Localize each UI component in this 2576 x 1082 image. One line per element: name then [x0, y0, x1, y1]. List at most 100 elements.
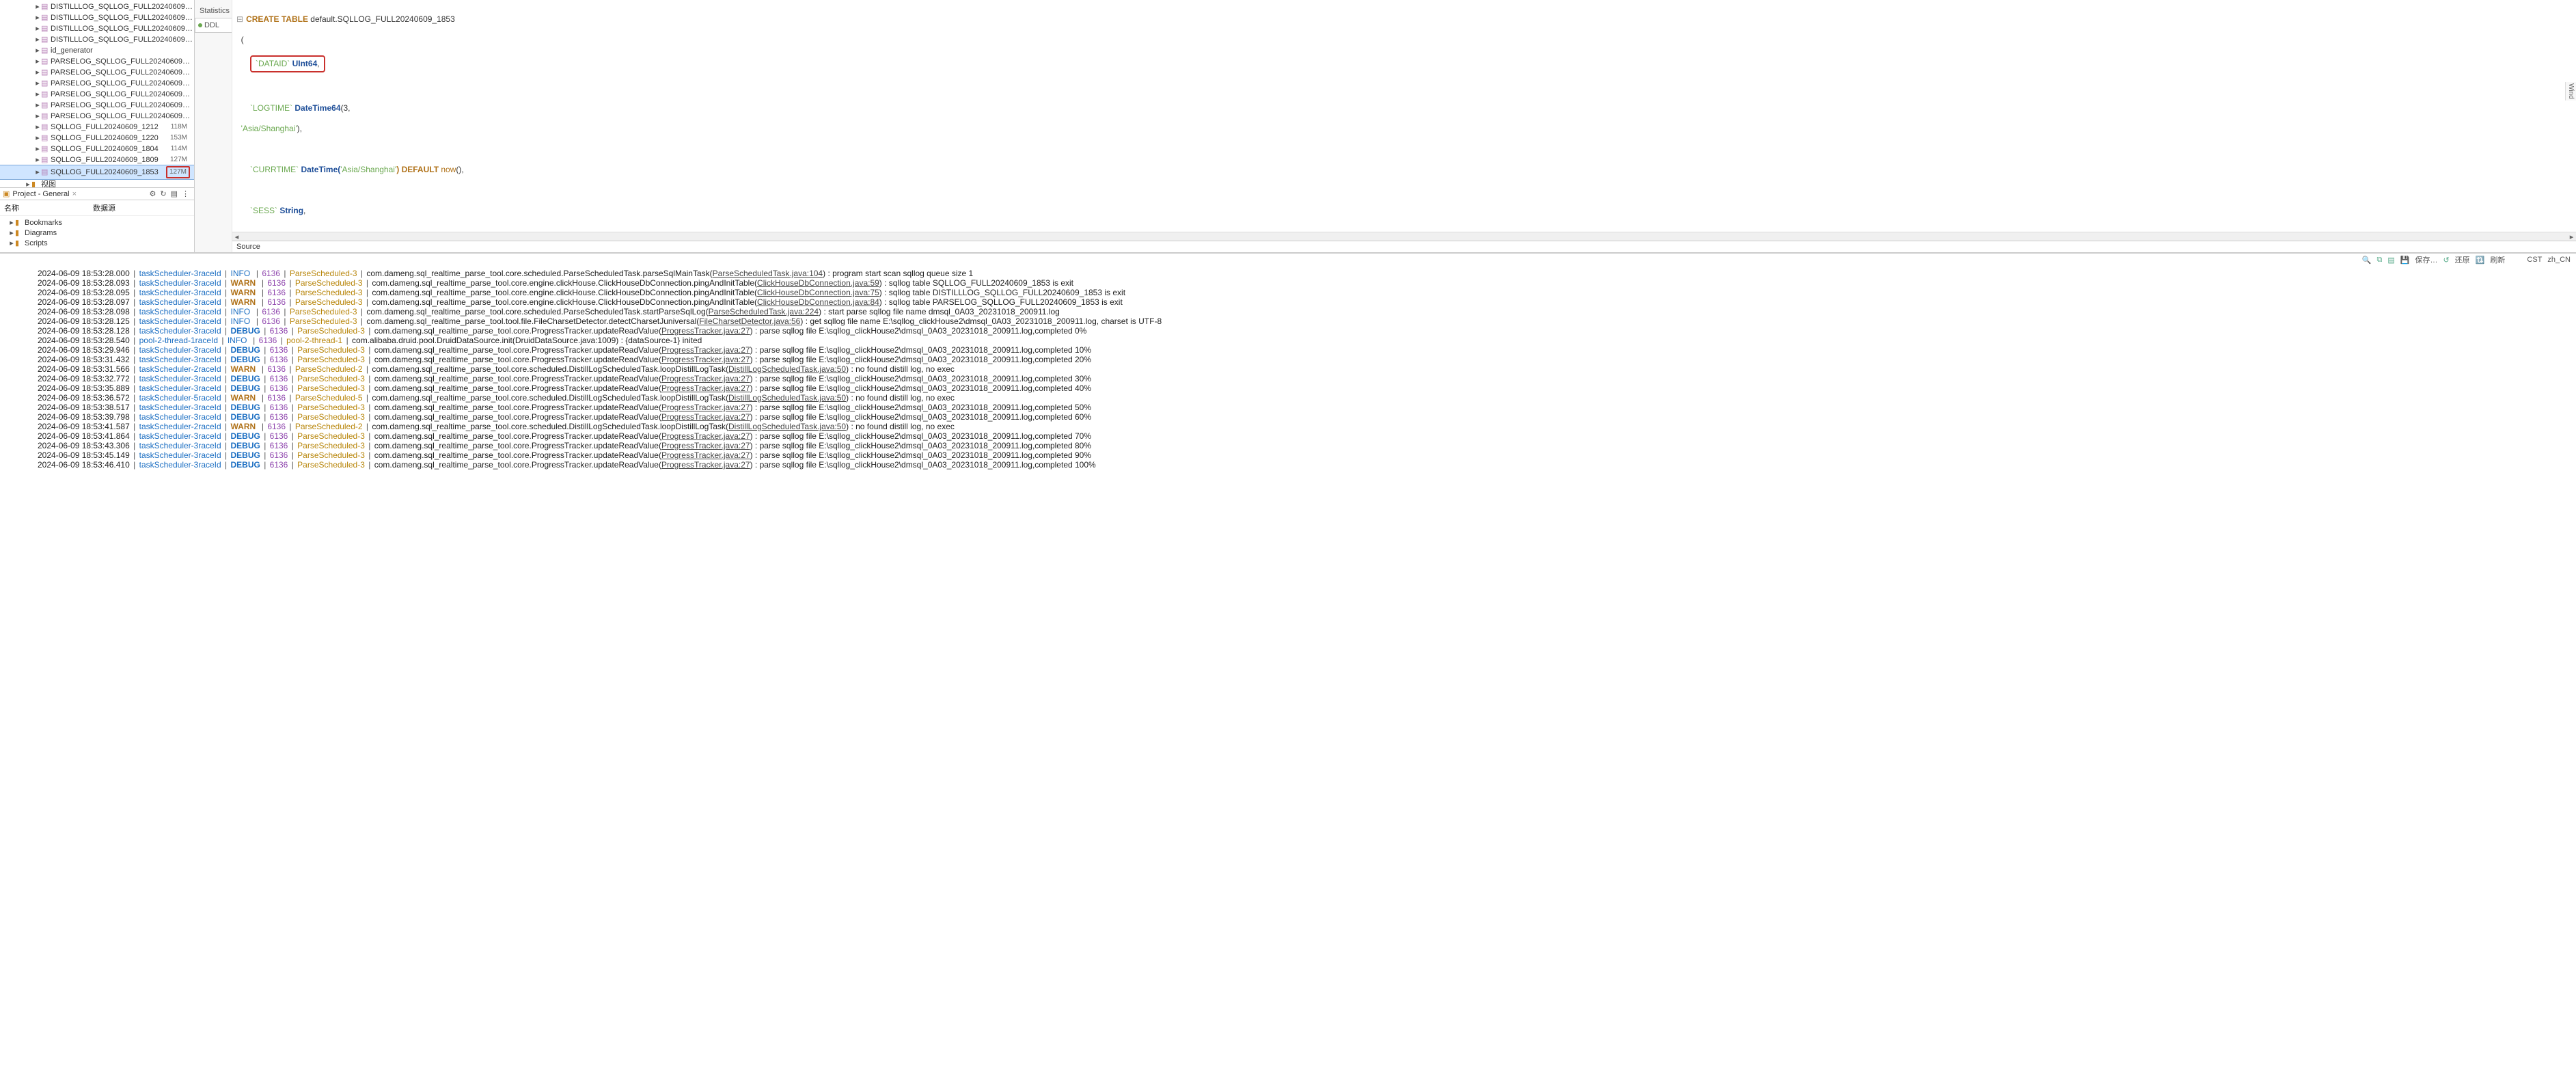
project-view-icon[interactable]: ▤ — [169, 189, 180, 198]
tree-row[interactable]: ▸▤DISTILLLOG_SQLLOG_FULL20240609_1853 — [0, 34, 194, 45]
log-source-link[interactable]: FileCharsetDetector.java:56 — [699, 316, 800, 326]
log-source-link[interactable]: ProgressTracker.java:27 — [661, 374, 750, 383]
project-close-icon[interactable]: × — [72, 190, 77, 198]
scroll-left-icon[interactable]: ◂ — [232, 232, 241, 241]
tree-toggle-icon[interactable]: ▸ — [34, 2, 41, 12]
log-source-link[interactable]: ProgressTracker.java:27 — [661, 403, 750, 412]
tree-row[interactable]: ▸▤SQLLOG_FULL20240609_1212118M — [0, 122, 194, 133]
tree-toggle-icon[interactable]: ▸ — [34, 24, 41, 33]
tree-row[interactable]: ▸▤SQLLOG_FULL20240609_1220153M — [0, 133, 194, 144]
log-source-link[interactable]: ProgressTracker.java:27 — [661, 460, 750, 470]
tree-toggle-icon[interactable]: ▸ — [34, 144, 41, 154]
log-source-link[interactable]: ProgressTracker.java:27 — [661, 326, 750, 336]
tab-ddl[interactable]: DDL — [195, 18, 232, 33]
log-line: 2024-06-09 18:53:28.540 | pool-2-thread-… — [38, 336, 2576, 345]
tree-row[interactable]: ▸▤SQLLOG_FULL20240609_1804114M — [0, 144, 194, 154]
ddl-code-area[interactable]: ⊟CREATE TABLE default.SQLLOG_FULL2024060… — [232, 0, 2576, 232]
db-tree[interactable]: ▸▤DISTILLLOG_SQLLOG_FULL20240609_1804▸▤D… — [0, 0, 194, 187]
highlight-dataid-column: `DATAID` UInt64, — [250, 55, 325, 72]
sb-refresh-icon[interactable]: 🔃 — [2474, 256, 2486, 265]
log-source-link[interactable]: ProgressTracker.java:27 — [661, 441, 750, 450]
sb-restore-label[interactable]: 还原 — [2454, 254, 2471, 265]
tree-item-label: PARSELOG_SQLLOG_FULL20240609_1804 — [51, 79, 193, 88]
tree-item-label: SQLLOG_FULL20240609_1809 — [51, 155, 170, 165]
tab-statistics[interactable]: Statistics — [195, 4, 232, 18]
log-source-link[interactable]: ProgressTracker.java:27 — [661, 383, 750, 393]
log-source-link[interactable]: DistillLogScheduledTask.java:50 — [728, 364, 846, 374]
tree-toggle-icon[interactable]: ▸ — [34, 57, 41, 66]
tree-row[interactable]: ▸▤SQLLOG_FULL20240609_1809127M — [0, 154, 194, 165]
tree-row[interactable]: ▸▤DISTILLLOG_SQLLOG_FULL20240609_1807 — [0, 12, 194, 23]
tree-toggle-icon[interactable]: ▸ — [8, 239, 15, 247]
tree-row[interactable]: ▸▤PARSELOG_SQLLOG_FULL20240609_1807 — [0, 89, 194, 100]
log-source-link[interactable]: ProgressTracker.java:27 — [661, 450, 750, 460]
folder-icon: ▮ — [15, 228, 25, 237]
tree-toggle-icon[interactable]: ▸ — [34, 79, 41, 88]
project-menu-icon[interactable]: ⋮ — [180, 189, 191, 198]
log-source-link[interactable]: ClickHouseDbConnection.java:75 — [757, 288, 879, 297]
log-line: 2024-06-09 18:53:46.410 | taskScheduler-… — [38, 460, 2576, 470]
tree-row[interactable]: ▸▤PARSELOG_SQLLOG_FULL20240609_1809 — [0, 100, 194, 111]
log-source-link[interactable]: ProgressTracker.java:27 — [661, 431, 750, 441]
tz-asia-shanghai-1: 'Asia/Shanghai' — [241, 124, 297, 133]
project-refresh-icon[interactable]: ↻ — [158, 189, 168, 198]
sb-copy-icon[interactable]: ⧉ — [2375, 256, 2383, 265]
source-tab[interactable]: Source — [232, 241, 2576, 252]
tree-toggle-icon[interactable]: ▸ — [34, 100, 41, 110]
tree-row[interactable]: ▸▤SQLLOG_FULL20240609_1853127M — [0, 165, 194, 179]
fn-now: now — [441, 165, 456, 174]
tree-row[interactable]: ▸▤PARSELOG_SQLLOG_FULL20240609_1853 — [0, 111, 194, 122]
sb-locale: zh_CN — [2546, 256, 2572, 264]
tree-row[interactable]: ▸▤DISTILLLOG_SQLLOG_FULL20240609_1804 — [0, 1, 194, 12]
tree-toggle-icon[interactable]: ▸ — [34, 111, 41, 121]
project-tree-item[interactable]: ▸▮Bookmarks — [0, 217, 194, 228]
log-line: 2024-06-09 18:53:28.095 | taskScheduler-… — [38, 288, 2576, 297]
tree-toggle-icon[interactable]: ▸ — [34, 68, 41, 77]
tree-row[interactable]: ▸▤PARSELOG_SQLLOG_FULL20240609_1212 — [0, 56, 194, 67]
tree-toggle-icon[interactable]: ▸ — [8, 228, 15, 237]
log-source-link[interactable]: DistillLogScheduledTask.java:50 — [728, 393, 846, 403]
log-source-link[interactable]: ParseScheduledTask.java:224 — [709, 307, 819, 316]
tree-row[interactable]: ▸▤PARSELOG_SQLLOG_FULL20240609_1804 — [0, 78, 194, 89]
tree-toggle-icon[interactable]: ▸ — [34, 13, 41, 23]
log-source-link[interactable]: ClickHouseDbConnection.java:84 — [757, 297, 879, 307]
project-settings-icon[interactable]: ⚙ — [148, 189, 159, 198]
project-tree-item[interactable]: ▸▮Diagrams — [0, 228, 194, 238]
sb-save-icon[interactable]: 💾 — [2399, 256, 2411, 265]
tree-toggle-icon[interactable]: ▸ — [34, 90, 41, 99]
log-source-link[interactable]: ClickHouseDbConnection.java:59 — [757, 278, 879, 288]
sb-open-icon[interactable]: ▤ — [2386, 256, 2396, 265]
tree-row[interactable]: ▸▮视图 — [0, 179, 194, 187]
log-source-link[interactable]: ProgressTracker.java:27 — [661, 345, 750, 355]
tree-item-label: PARSELOG_SQLLOG_FULL20240609_1807 — [51, 90, 193, 99]
tree-toggle-icon[interactable]: ▸ — [34, 122, 41, 132]
log-source-link[interactable]: DistillLogScheduledTask.java:50 — [728, 422, 846, 431]
folder-icon: ▮ — [31, 180, 41, 187]
tree-toggle-icon[interactable]: ▸ — [25, 180, 31, 187]
tree-row[interactable]: ▸▤PARSELOG_SQLLOG_FULL20240609_1220 — [0, 67, 194, 78]
log-console[interactable]: 2024-06-09 18:53:28.000 | taskScheduler-… — [0, 266, 2576, 1082]
tree-toggle-icon[interactable]: ▸ — [8, 218, 15, 227]
tree-row[interactable]: ▸▤id_generator — [0, 45, 194, 56]
log-source-link[interactable]: ParseScheduledTask.java:104 — [713, 269, 823, 278]
editor-horizontal-scrollbar[interactable]: ◂ ▸ — [232, 232, 2576, 241]
tree-item-label: 视图 — [41, 180, 193, 187]
scroll-right-icon[interactable]: ▸ — [2567, 232, 2576, 241]
sb-search-icon[interactable]: 🔍 — [2361, 256, 2373, 265]
project-tree-item[interactable]: ▸▮Scripts — [0, 238, 194, 248]
tree-toggle-icon[interactable]: ▸ — [34, 155, 41, 165]
log-source-link[interactable]: ProgressTracker.java:27 — [661, 355, 750, 364]
sb-save-label[interactable]: 保存… — [2413, 254, 2439, 265]
side-tab-wind[interactable]: Wind — [2565, 82, 2576, 100]
tree-toggle-icon[interactable]: ▸ — [34, 133, 41, 143]
tree-item-label: PARSELOG_SQLLOG_FULL20240609_1212 — [51, 57, 193, 66]
project-header-name: 名称 — [4, 202, 93, 213]
project-tree[interactable]: ▸▮Bookmarks▸▮Diagrams▸▮Scripts — [0, 216, 194, 252]
tree-toggle-icon[interactable]: ▸ — [34, 167, 41, 177]
sb-restore-icon[interactable]: ↺ — [2441, 256, 2450, 265]
sb-refresh-label[interactable]: 刷新 — [2489, 254, 2506, 265]
tree-toggle-icon[interactable]: ▸ — [34, 46, 41, 55]
tree-row[interactable]: ▸▤DISTILLLOG_SQLLOG_FULL20240609_1809 — [0, 23, 194, 34]
tree-toggle-icon[interactable]: ▸ — [34, 35, 41, 44]
log-source-link[interactable]: ProgressTracker.java:27 — [661, 412, 750, 422]
